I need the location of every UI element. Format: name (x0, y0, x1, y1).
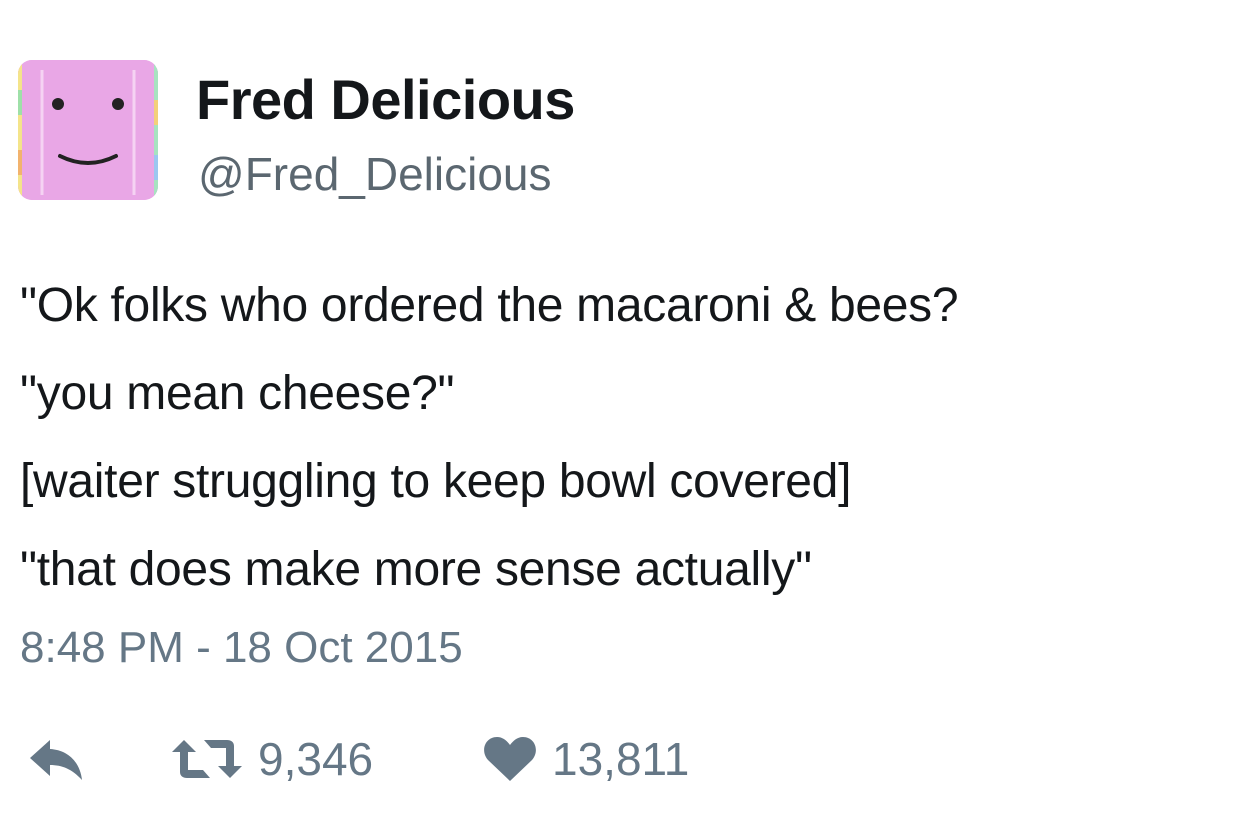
tweet-text: "Ok folks who ordered the macaroni & bee… (20, 262, 1248, 614)
avatar[interactable] (18, 60, 158, 200)
like-button[interactable]: 13,811 (482, 724, 689, 794)
retweet-button[interactable]: 9,346 (170, 724, 373, 794)
retweet-icon (172, 740, 242, 778)
tweet-card: Fred Delicious @Fred_Delicious "Ok folks… (0, 0, 1250, 830)
tweet-text-line: "Ok folks who ordered the macaroni & bee… (20, 279, 959, 332)
tweet-text-line: "that does make more sense actually" (20, 543, 812, 596)
display-name[interactable]: Fred Delicious (196, 66, 575, 134)
tweet-actions: 9,346 13,811 (20, 724, 1220, 794)
reply-arrow-icon (30, 740, 82, 780)
reply-button[interactable] (26, 724, 88, 794)
smiley-face-avatar-icon (18, 60, 158, 200)
user-handle[interactable]: @Fred_Delicious (198, 146, 552, 202)
heart-icon (484, 737, 536, 781)
retweet-count: 9,346 (258, 733, 374, 785)
like-count: 13,811 (552, 733, 690, 785)
tweet-timestamp[interactable]: 8:48 PM - 18 Oct 2015 (20, 618, 463, 678)
tweet-text-line: [waiter struggling to keep bowl covered] (20, 455, 852, 508)
tweet-text-line: "you mean cheese?" (20, 367, 455, 420)
